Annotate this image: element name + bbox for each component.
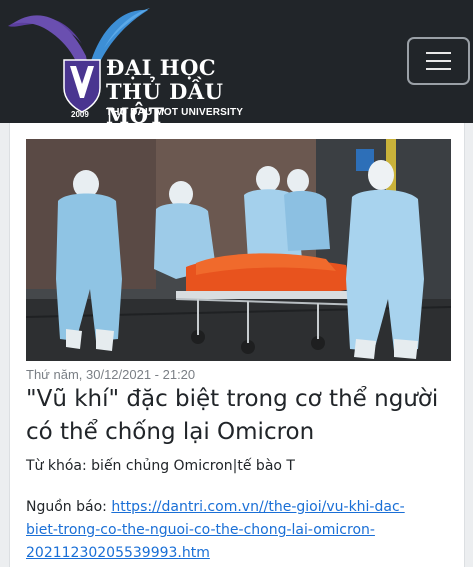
article-keywords: Từ khóa: biến chủng Omicron|tế bào T bbox=[26, 458, 295, 474]
article-card: Thứ năm, 30/12/2021 - 21:20 "Vũ khí" đặc… bbox=[9, 123, 465, 567]
article-source: Nguồn báo: https://dantri.com.vn//the-gi… bbox=[26, 496, 458, 565]
university-logo[interactable]: ĐẠI HỌC THỦ DẦU MỘT THU DAU MOT UNIVERSI… bbox=[4, 4, 244, 128]
article-date: Thứ năm, 30/12/2021 - 21:20 bbox=[26, 367, 196, 382]
logo-title-line1: ĐẠI HỌC bbox=[106, 55, 217, 80]
logo-year: 2009 bbox=[71, 110, 89, 119]
medical-workers-photo bbox=[26, 139, 451, 361]
menu-toggle-button[interactable] bbox=[407, 37, 470, 85]
logo-subtitle: THU DAU MOT UNIVERSITY bbox=[106, 107, 244, 118]
site-header: ĐẠI HỌC THỦ DẦU MỘT THU DAU MOT UNIVERSI… bbox=[0, 0, 473, 128]
logo-title-line2: THỦ DẦU MỘT bbox=[106, 79, 224, 128]
article-title[interactable]: "Vũ khí" đặc biệt trong cơ thể người có … bbox=[26, 383, 458, 449]
article-image[interactable] bbox=[26, 139, 451, 361]
source-label: Nguồn báo: bbox=[26, 499, 112, 515]
